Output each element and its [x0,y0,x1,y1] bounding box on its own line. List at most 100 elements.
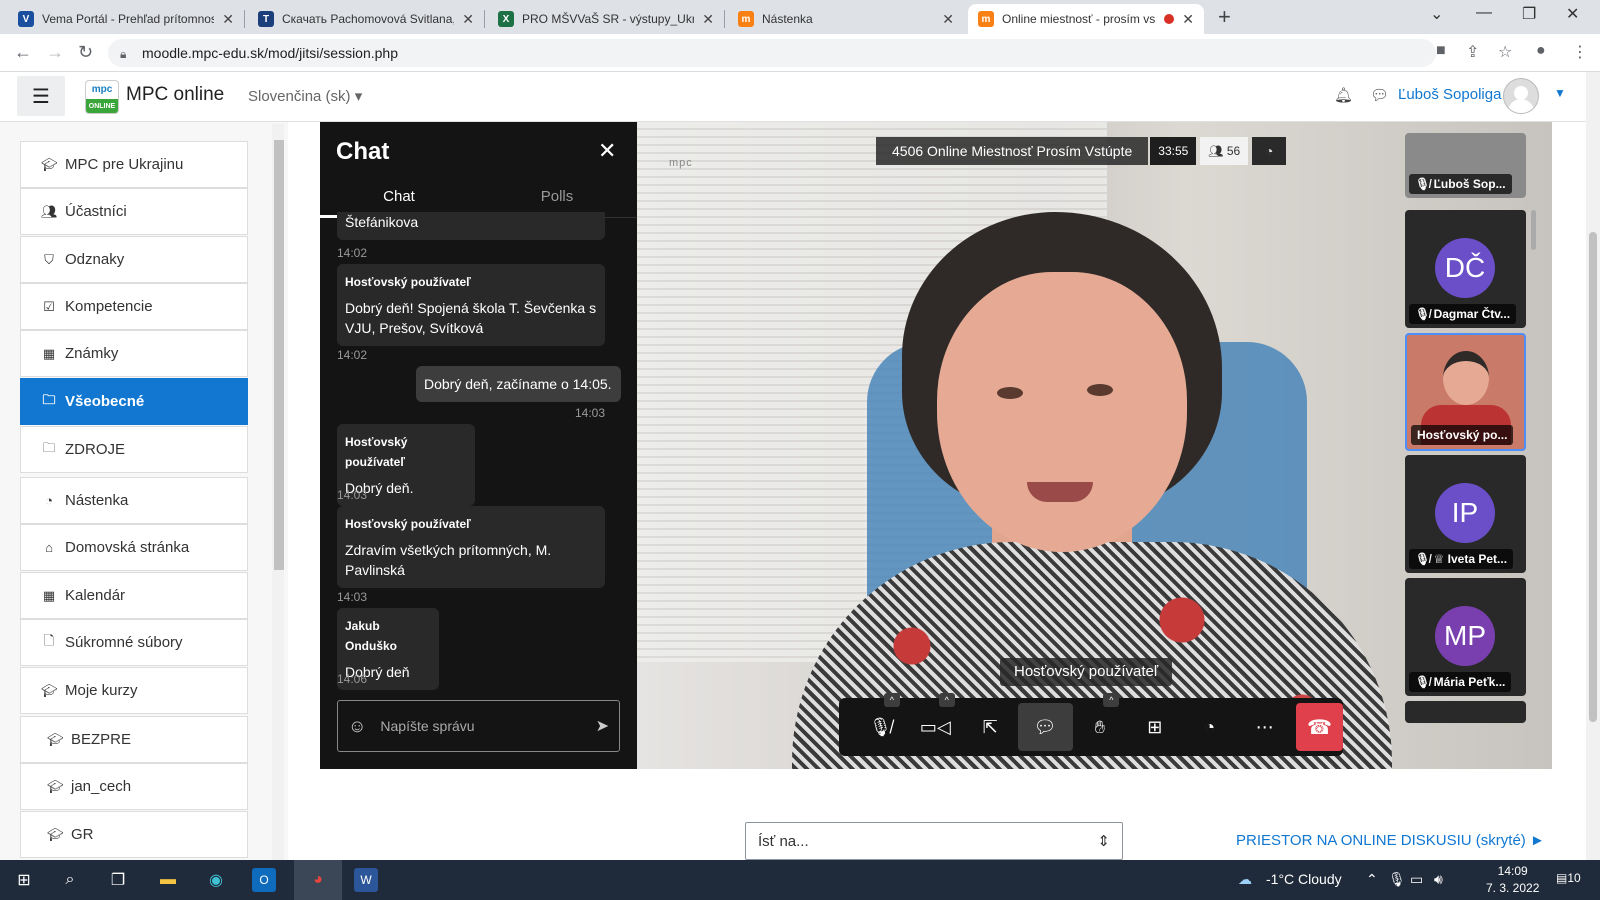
browser-tab[interactable]: X PRO MŠVVaŠ SR - výstupy_Ukraji ✕ [488,4,724,34]
sidebar-item[interactable]: 🗀 Všeobecné [20,378,248,425]
edge-icon[interactable]: ◉ [204,868,228,892]
chrome-icon[interactable]: ◕ [306,868,330,892]
close-window-icon[interactable]: ✕ [1566,4,1579,24]
close-tab-icon[interactable]: ✕ [1182,11,1194,28]
participant-tile[interactable]: MP 🎙︎̸ Mária Peťk... [1405,578,1526,696]
sidebar-item[interactable]: ⛉ Odznaky [20,236,248,283]
mic-tray-icon[interactable]: 🎙︎ [1388,871,1406,888]
close-tab-icon[interactable]: ✕ [222,11,234,28]
emoji-icon[interactable]: ☺ [348,716,366,737]
forward-icon[interactable]: → [46,42,64,63]
share-icon[interactable]: ⇪ [1466,42,1479,62]
maximize-icon[interactable]: ❐ [1522,4,1536,24]
file-explorer-icon[interactable]: ▬ [156,868,180,892]
page-scrollbar[interactable] [1586,72,1600,860]
hangup-button[interactable]: ☎︎ [1296,703,1344,751]
participant-tile-active[interactable]: Hosťovský po... [1405,333,1526,451]
participant-tile[interactable]: DČ 🎙︎̸ Dagmar Čtv... [1405,210,1526,328]
audio-options-icon[interactable]: ^ [883,693,900,707]
mute-mic-button[interactable]: 🎙︎̸ ^ [853,693,908,751]
sidebar-item[interactable]: 🗀 ZDROJE [20,426,248,473]
bell-icon[interactable]: 🔔︎ [1334,86,1353,104]
sidebar-item[interactable]: 🎓︎ MPC pre Ukrajinu [20,141,248,188]
user-avatar[interactable] [1503,78,1539,114]
sidebar-item[interactable]: 🎓︎ GR [20,811,248,858]
tab-polls[interactable]: Polls [478,188,636,205]
reactions-options-icon[interactable]: ^ [1103,693,1120,707]
participant-tile[interactable] [1405,701,1526,723]
participant-count[interactable]: 👥︎ 56 [1200,137,1249,165]
windows-start-icon[interactable]: ⊞ [12,868,36,892]
close-tab-icon[interactable]: ✕ [702,11,714,28]
sidebar-item[interactable]: ▦ Známky [20,330,248,377]
graduation-cap-icon: 🎓︎ [47,778,64,794]
url-field[interactable]: 🔒︎ moodle.mpc-edu.sk/mod/jitsi/session.p… [108,39,1436,67]
screen-share-button[interactable]: ⇱ [963,703,1018,751]
filmstrip-scrollbar[interactable] [1531,210,1536,250]
browser-tab-active[interactable]: m Online miestnosť - prosím vs ✕ [968,4,1204,34]
sidebar-item[interactable]: ⌂ Domovská stránka [20,524,248,571]
sidebar-item[interactable]: ◔ Nástenka [20,477,248,524]
weather-icon[interactable]: ☁ [1238,871,1252,888]
site-logo[interactable]: mpc ONLINE [85,80,119,114]
sidebar-item[interactable]: ▦ Kalendár [20,572,248,619]
back-icon[interactable]: ← [14,42,32,63]
chat-input[interactable]: ☺ Napíšte správu ➤ [337,700,620,752]
select-arrows-icon: ⇕ [1097,833,1110,850]
camera-button[interactable]: ▭◁ ^ [908,693,963,751]
jump-to-select[interactable]: Ísť na... ⇕ [745,822,1123,860]
site-name[interactable]: MPC online [126,84,224,106]
bookmark-star-icon[interactable]: ☆ [1498,42,1512,62]
new-tab-icon[interactable]: + [1218,4,1231,30]
language-selector[interactable]: Slovenčina (sk) ▾ [248,87,362,105]
notifications-icon[interactable]: ▤10 [1556,871,1581,885]
clock[interactable]: 14:09 7. 3. 2022 [1486,863,1539,897]
browser-tab[interactable]: V Vema Portál - Prehľad prítomnos ✕ [8,4,244,34]
tile-view-button[interactable]: ⊞ [1127,703,1182,751]
performance-settings-button[interactable]: ◔ [1182,703,1237,751]
volume-icon[interactable]: 🔊︎ [1434,871,1443,888]
tab-chat[interactable]: Chat [320,188,478,205]
sidebar-item[interactable]: 🗋 Súkromné súbory [20,619,248,666]
send-icon[interactable]: ➤ [596,716,609,736]
participant-tile[interactable]: IP 🎙︎̸ ♕ Iveta Pet... [1405,455,1526,573]
sidebar-item[interactable]: 🎓︎ BEZPRE [20,716,248,763]
profile-icon[interactable]: ● [1536,42,1546,60]
weather-text[interactable]: -1°C Cloudy [1266,871,1342,887]
messages-icon[interactable]: 💬︎ [1370,86,1389,104]
browser-tab[interactable]: m Nástenka ✕ [728,4,964,34]
user-menu-caret-icon[interactable]: ▼ [1554,86,1566,100]
video-options-icon[interactable]: ^ [938,693,955,707]
sidebar-item-label: BEZPRE [71,731,132,748]
sidebar-item[interactable]: ☑ Kompetencie [20,283,248,330]
chat-toggle-button[interactable]: 💬︎ [1017,703,1073,751]
sidebar-item[interactable]: 🎓︎ jan_cech [20,763,248,810]
next-activity-link[interactable]: PRIESTOR NA ONLINE DISKUSIU (skryté) ► [1236,832,1545,849]
drawer-scrollbar-thumb[interactable] [274,140,284,570]
close-chat-icon[interactable]: ✕ [598,138,616,164]
close-tab-icon[interactable]: ✕ [462,11,474,28]
task-view-icon[interactable]: ❐ [106,868,130,892]
connection-speed-icon[interactable]: ◔ [1252,137,1287,165]
browser-tab[interactable]: T Скачать Pachomovová Svitlana, F ✕ [248,4,484,34]
tab-title: Скачать Pachomovová Svitlana, F [282,12,455,26]
user-name[interactable]: Ľuboš Sopoliga [1398,86,1501,103]
minimize-icon[interactable]: — [1476,4,1492,22]
sidebar-item-label: Súkromné súbory [65,634,183,651]
search-icon[interactable]: ⌕ [58,868,82,892]
menu-kebab-icon[interactable]: ⋮ [1572,42,1588,62]
sidebar-item[interactable]: 👥︎ Účastníci [20,188,248,235]
close-tab-icon[interactable]: ✕ [942,11,954,28]
network-icon[interactable]: ▭ [1410,871,1423,888]
word-icon[interactable]: W [354,868,378,892]
raise-hand-button[interactable]: ✋︎ ^ [1073,693,1128,751]
reload-icon[interactable]: ↻ [78,42,93,63]
more-actions-button[interactable]: ⋯ [1237,703,1292,751]
tab-search-icon[interactable]: ⌄ [1430,4,1443,24]
tray-overflow-icon[interactable]: ⌃ [1366,871,1378,888]
outlook-icon[interactable]: O [252,868,276,892]
participant-tile[interactable]: 🎙︎̸ Ľuboš Sop... [1405,133,1526,198]
sidebar-item[interactable]: 🎓︎ Moje kurzy [20,667,248,714]
hamburger-menu-button[interactable]: ☰ [17,76,65,116]
camera-permission-icon[interactable]: ■ [1436,42,1446,60]
